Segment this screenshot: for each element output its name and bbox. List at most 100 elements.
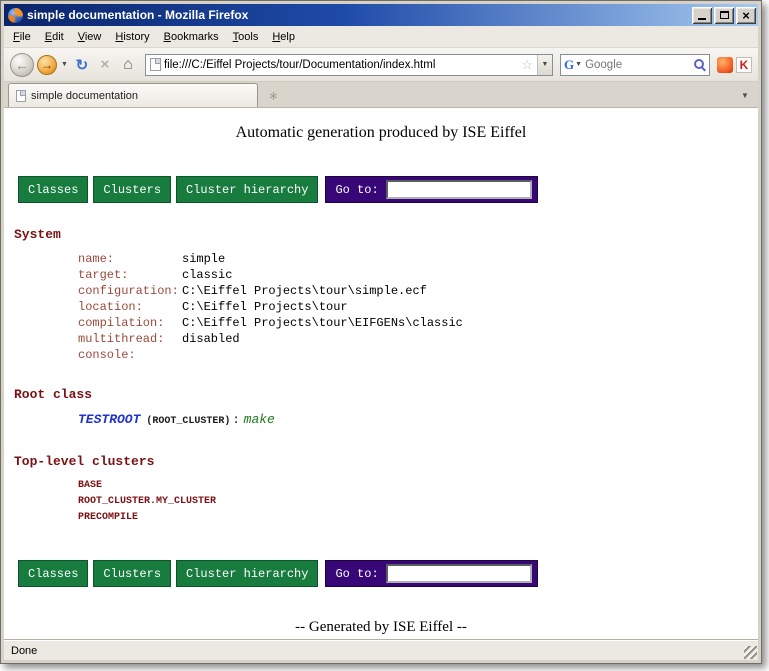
tab-favicon xyxy=(16,90,26,102)
status-bar: Done xyxy=(4,640,758,660)
reload-button[interactable]: ↻ xyxy=(72,54,92,76)
firefox-icon xyxy=(8,8,23,23)
back-arrow-icon: ← xyxy=(15,57,29,73)
window-controls: × xyxy=(692,7,756,24)
classes-button-top[interactable]: Classes xyxy=(18,176,88,203)
clusters-heading: Top-level clusters xyxy=(14,454,748,469)
tab-label: simple documentation xyxy=(31,90,138,102)
system-value: disabled xyxy=(182,332,240,346)
goto-box-top: Go to: xyxy=(325,176,537,203)
menu-tools[interactable]: Tools xyxy=(226,28,266,46)
menu-help[interactable]: Help xyxy=(265,28,302,46)
system-row-configuration: configuration:C:\Eiffel Projects\tour\si… xyxy=(14,283,748,299)
system-key: configuration: xyxy=(78,283,182,299)
cluster-list: BASE ROOT_CLUSTER.MY_CLUSTER PRECOMPILE xyxy=(14,478,748,526)
goto-label-bottom: Go to: xyxy=(335,567,378,581)
goto-label-top: Go to: xyxy=(335,183,378,197)
search-magnifier-icon[interactable] xyxy=(693,58,706,71)
addon-k-icon[interactable]: K xyxy=(736,57,752,73)
forward-button[interactable]: → xyxy=(37,55,57,75)
addon-red-icon[interactable] xyxy=(717,57,733,73)
stop-button[interactable]: × xyxy=(95,54,115,76)
navigation-toolbar: ← → ▼ ↻ × ⌂ ☆ ▼ G ▼ K xyxy=(4,48,758,82)
menu-history[interactable]: History xyxy=(108,28,156,46)
root-cluster-ref: (ROOT_CLUSTER) xyxy=(146,416,230,427)
system-row-name: name:simple xyxy=(14,251,748,267)
history-dropdown-caret[interactable]: ▼ xyxy=(60,61,69,68)
root-feature-link[interactable]: make xyxy=(244,412,275,427)
tab-simple-documentation[interactable]: simple documentation xyxy=(8,83,258,107)
minimize-button[interactable] xyxy=(692,7,712,24)
system-row-target: target:classic xyxy=(14,267,748,283)
menu-file[interactable]: File xyxy=(6,28,38,46)
url-dropdown-button[interactable]: ▼ xyxy=(537,55,552,75)
page-footer: -- Generated by ISE Eiffel -- For more d… xyxy=(14,617,748,640)
goto-input-top[interactable] xyxy=(386,180,532,199)
system-row-location: location:C:\Eiffel Projects\tour xyxy=(14,299,748,315)
classes-button-bottom[interactable]: Classes xyxy=(18,560,88,587)
system-value: C:\Eiffel Projects\tour\EIFGENs\classic xyxy=(182,316,463,330)
system-rows: name:simple target:classic configuration… xyxy=(14,251,748,363)
cluster-link-precompile[interactable]: PRECOMPILE xyxy=(78,510,748,526)
root-class-separator: : xyxy=(232,413,239,427)
system-row-console: console: xyxy=(14,347,748,363)
resize-grip[interactable] xyxy=(744,646,757,659)
maximize-icon xyxy=(720,11,729,19)
cluster-link-base[interactable]: BASE xyxy=(78,478,748,494)
list-all-tabs-button[interactable]: ▼ xyxy=(736,86,754,106)
system-value: simple xyxy=(182,252,225,266)
window-title: simple documentation - Mozilla Firefox xyxy=(27,8,688,22)
cluster-hierarchy-button-top[interactable]: Cluster hierarchy xyxy=(176,176,318,203)
url-input[interactable] xyxy=(161,59,517,71)
system-value: C:\Eiffel Projects\tour xyxy=(182,300,348,314)
tab-strip-extra-icon[interactable]: ∗ xyxy=(268,88,279,104)
doc-navbar-top: Classes Clusters Cluster hierarchy Go to… xyxy=(18,176,748,203)
goto-input-bottom[interactable] xyxy=(386,564,532,583)
root-class-link[interactable]: TESTROOT xyxy=(78,412,140,427)
system-key: compilation: xyxy=(78,315,182,331)
search-input[interactable] xyxy=(583,59,693,71)
minimize-icon xyxy=(698,18,706,20)
goto-box-bottom: Go to: xyxy=(325,560,537,587)
system-key: multithread: xyxy=(78,331,182,347)
menu-edit[interactable]: Edit xyxy=(38,28,71,46)
system-value: classic xyxy=(182,268,232,282)
system-key: location: xyxy=(78,299,182,315)
clusters-button-bottom[interactable]: Clusters xyxy=(93,560,171,587)
system-key: name: xyxy=(78,251,182,267)
doc-navbar-bottom: Classes Clusters Cluster hierarchy Go to… xyxy=(18,560,748,587)
home-button[interactable]: ⌂ xyxy=(118,54,138,76)
menu-bookmarks[interactable]: Bookmarks xyxy=(157,28,226,46)
system-key: console: xyxy=(78,347,182,363)
cluster-hierarchy-button-bottom[interactable]: Cluster hierarchy xyxy=(176,560,318,587)
system-heading: System xyxy=(14,227,748,242)
page-content: Automatic generation produced by ISE Eif… xyxy=(4,108,758,640)
browser-window: simple documentation - Mozilla Firefox ×… xyxy=(0,0,762,664)
menu-view[interactable]: View xyxy=(71,28,109,46)
titlebar: simple documentation - Mozilla Firefox × xyxy=(4,4,758,26)
clusters-button-top[interactable]: Clusters xyxy=(93,176,171,203)
back-button[interactable]: ← xyxy=(10,53,34,77)
search-engine-caret[interactable]: ▼ xyxy=(574,61,583,68)
footer-generated-line: -- Generated by ISE Eiffel -- xyxy=(14,617,748,637)
tab-strip: simple documentation ∗ ▼ xyxy=(4,82,758,108)
system-key: target: xyxy=(78,267,182,283)
search-box: G ▼ xyxy=(560,54,710,76)
system-value: C:\Eiffel Projects\tour\simple.ecf xyxy=(182,284,427,298)
url-bar: ☆ ▼ xyxy=(145,54,553,76)
generation-header: Automatic generation produced by ISE Eif… xyxy=(14,124,748,142)
system-row-multithread: multithread:disabled xyxy=(14,331,748,347)
close-icon: × xyxy=(742,9,750,22)
page-favicon xyxy=(150,58,161,71)
bookmark-star-icon[interactable]: ☆ xyxy=(517,57,537,73)
system-row-compilation: compilation:C:\Eiffel Projects\tour\EIFG… xyxy=(14,315,748,331)
root-class-row: TESTROOT (ROOT_CLUSTER): make xyxy=(14,411,748,430)
maximize-button[interactable] xyxy=(714,7,734,24)
status-text: Done xyxy=(11,645,37,657)
root-class-heading: Root class xyxy=(14,387,748,402)
forward-arrow-icon: → xyxy=(41,58,53,72)
menubar: File Edit View History Bookmarks Tools H… xyxy=(4,26,758,48)
close-button[interactable]: × xyxy=(736,7,756,24)
cluster-link-root-cluster[interactable]: ROOT_CLUSTER.MY_CLUSTER xyxy=(78,494,748,510)
google-engine-icon[interactable]: G xyxy=(564,57,574,73)
